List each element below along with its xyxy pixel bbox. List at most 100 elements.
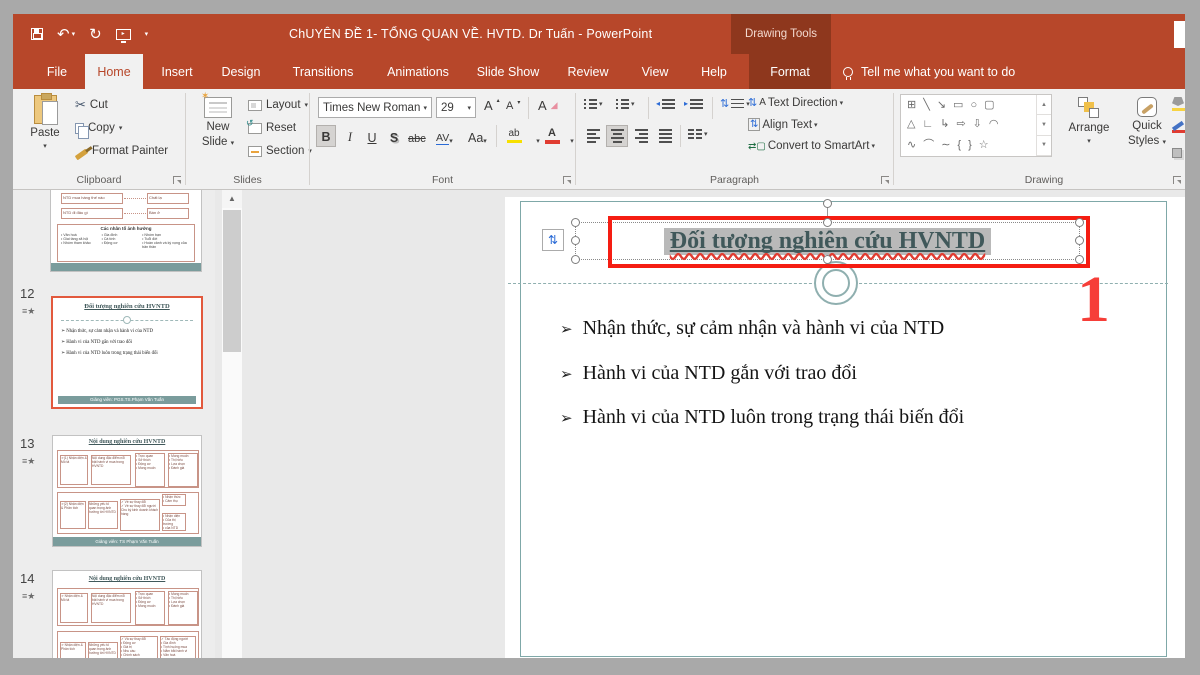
font-dialog-launcher[interactable] [563, 176, 571, 184]
change-case-button[interactable]: Aa▾ [466, 125, 489, 147]
slide-bullet-1[interactable]: ➢ Nhận thức, sự cảm nhận và hành vi của … [560, 317, 944, 340]
decrease-indent-button[interactable]: ◂ [656, 99, 675, 109]
align-text-button[interactable]: ⇅Align Text▾ [748, 118, 818, 131]
undo-button[interactable]: ↶▾ [57, 25, 75, 43]
quick-styles-button[interactable]: Quick Styles ▾ [1120, 97, 1174, 147]
tell-me-box[interactable]: Tell me what you want to do [843, 54, 1015, 89]
group-font: Times New Roman▾ 29▾ A▴ A▾ A◢ B I U S ab… [310, 89, 575, 189]
resize-handle-bottom-left[interactable] [571, 255, 580, 264]
text-highlight-button[interactable]: ab [504, 125, 524, 147]
clear-formatting-button[interactable]: A◢ [538, 98, 558, 113]
numbering-button[interactable]: ▾ [616, 99, 635, 109]
redo-button[interactable]: ↻ [89, 25, 102, 43]
slide-thumbnail-14[interactable]: Nội dung nghiên cứu HVNTD ➢ Nhận diện & … [52, 570, 202, 658]
grow-font-button[interactable]: A▴ [484, 98, 500, 113]
shapes-gallery[interactable]: ⊞╲↘▭○▢ △∟↳⇨⇩◠ ∿⌒∼{}☆ ▲ ▼ ▼ [900, 94, 1052, 157]
gallery-more-icon[interactable]: ▼ [1037, 136, 1051, 156]
align-center-button[interactable] [606, 125, 628, 147]
shape-fill-button[interactable]: S [1172, 97, 1185, 111]
arrange-label: Arrange [1069, 122, 1110, 134]
section-button[interactable]: Section▾ [248, 145, 312, 157]
chevron-down-icon: ▾ [145, 30, 149, 38]
align-right-button[interactable] [630, 125, 652, 147]
resize-handle-mid-right[interactable] [1075, 236, 1084, 245]
resize-handle-bottom-center[interactable] [823, 255, 832, 264]
slide-thumbnail-11[interactable]: NTD mua hàng thế nào Chất lạ NTD đi đâu … [50, 190, 202, 272]
bold-button[interactable]: B [316, 125, 336, 147]
justify-button[interactable] [654, 125, 676, 147]
tab-slide-show[interactable]: Slide Show [467, 54, 549, 89]
slide-canvas[interactable]: Đối tượng nghiên cứu HVNTD ⇅ 1 ➢ Nhận th… [505, 197, 1185, 658]
text-shadow-button[interactable]: S [384, 125, 404, 147]
slide-bullet-3[interactable]: ➢ Hành vi của NTD luôn trong trạng thái … [560, 406, 964, 429]
window-control-partial[interactable] [1174, 21, 1185, 48]
gallery-up-icon[interactable]: ▲ [1037, 95, 1051, 115]
shapes-gallery-scroll[interactable]: ▲ ▼ ▼ [1036, 95, 1051, 156]
resize-handle-mid-left[interactable] [571, 236, 580, 245]
convert-smartart-button[interactable]: ⇄▢Convert to SmartArt▾ [748, 140, 875, 152]
resize-handle-top-right[interactable] [1075, 218, 1084, 227]
tab-review[interactable]: Review [555, 54, 621, 89]
paste-button[interactable]: Paste ▾ [23, 95, 67, 150]
strikethrough-button[interactable]: abc [406, 125, 428, 147]
cut-button[interactable]: ✂Cut [75, 99, 108, 111]
new-slide-button[interactable]: New Slide ▾ [194, 97, 242, 148]
format-painter-button[interactable]: Format Painter [75, 145, 168, 157]
tab-animations[interactable]: Animations [375, 54, 461, 89]
layout-button[interactable]: Layout▾ [248, 99, 308, 111]
tab-format[interactable]: Format [749, 54, 831, 89]
undo-caret-icon[interactable]: ▾ [72, 30, 76, 38]
align-right-icon [635, 129, 648, 143]
save-button[interactable] [31, 28, 43, 40]
align-left-button[interactable] [582, 125, 604, 147]
increase-indent-button[interactable]: ▸ [684, 99, 703, 109]
slide-thumbnail-12[interactable]: Đối tượng nghiên cứu HVNTD ➢ Nhận thức, … [51, 296, 203, 409]
resize-handle-top-left[interactable] [571, 218, 580, 227]
bullets-button[interactable]: ▾ [584, 99, 603, 109]
underline-button[interactable]: U [362, 125, 382, 147]
tab-view[interactable]: View [629, 54, 681, 89]
scrollbar-thumb[interactable] [223, 210, 241, 352]
resize-handle-top-center[interactable] [823, 218, 832, 227]
autofit-options-button[interactable]: ⇅ [542, 229, 564, 251]
arrange-button[interactable]: Arrange ▾ [1062, 97, 1116, 145]
font-size-combo[interactable]: 29▾ [436, 97, 476, 118]
thumb11-box2b: Bán ở [147, 208, 189, 219]
new-slide-label-1: New [206, 121, 229, 133]
text-direction-button[interactable]: ⇅AText Direction▾ [748, 96, 843, 109]
tab-design[interactable]: Design [211, 54, 271, 89]
scroll-up-icon[interactable]: ▲ [222, 190, 242, 208]
columns-button[interactable]: ▾ [688, 129, 708, 139]
tab-home[interactable]: Home [85, 54, 143, 89]
shrink-font-button[interactable]: A▾ [506, 100, 520, 112]
copy-button[interactable]: Copy▾ [75, 122, 122, 134]
slide-13-animation-star-icon[interactable]: ≡★ [22, 456, 35, 467]
font-name-combo[interactable]: Times New Roman▾ [318, 97, 432, 118]
tab-insert[interactable]: Insert [149, 54, 205, 89]
thumbnail-scrollbar[interactable]: ▲ [222, 190, 242, 658]
font-color-button[interactable]: A [542, 125, 562, 147]
italic-button[interactable]: I [340, 125, 360, 147]
paragraph-dialog-launcher[interactable] [881, 176, 889, 184]
reset-button[interactable]: Reset [248, 122, 296, 134]
slide-bullet-2[interactable]: ➢ Hành vi của NTD gắn với trao đổi [560, 362, 857, 385]
character-spacing-button[interactable]: AV▾ [434, 125, 455, 147]
start-slideshow-button[interactable]: ▸ [116, 29, 131, 40]
rotation-handle[interactable] [823, 199, 832, 208]
drawing-dialog-launcher[interactable] [1173, 176, 1181, 184]
clipboard-dialog-launcher[interactable] [173, 176, 181, 184]
line-spacing-button[interactable]: ⇅▾ [720, 97, 750, 110]
contextual-label-text: Drawing Tools [745, 28, 817, 40]
slide-14-animation-star-icon[interactable]: ≡★ [22, 591, 35, 602]
gallery-down-icon[interactable]: ▼ [1037, 115, 1051, 135]
shape-outline-button[interactable]: S [1172, 122, 1185, 134]
tab-file[interactable]: File [35, 54, 79, 89]
thumb12-footer: Giảng viên: PGS.TS.Phạm Văn Tuấn [58, 396, 196, 404]
layout-icon [248, 100, 262, 111]
slide-12-animation-star-icon[interactable]: ≡★ [22, 306, 35, 317]
tab-help[interactable]: Help [689, 54, 739, 89]
slide-thumbnail-13[interactable]: Nội dung nghiên cứu HVNTD ➢(1) Nhận diện… [52, 435, 202, 547]
customize-qat-button[interactable]: ▾ [145, 30, 149, 38]
shape-effects-button[interactable]: S [1172, 147, 1185, 159]
tab-transitions[interactable]: Transitions [277, 54, 369, 89]
